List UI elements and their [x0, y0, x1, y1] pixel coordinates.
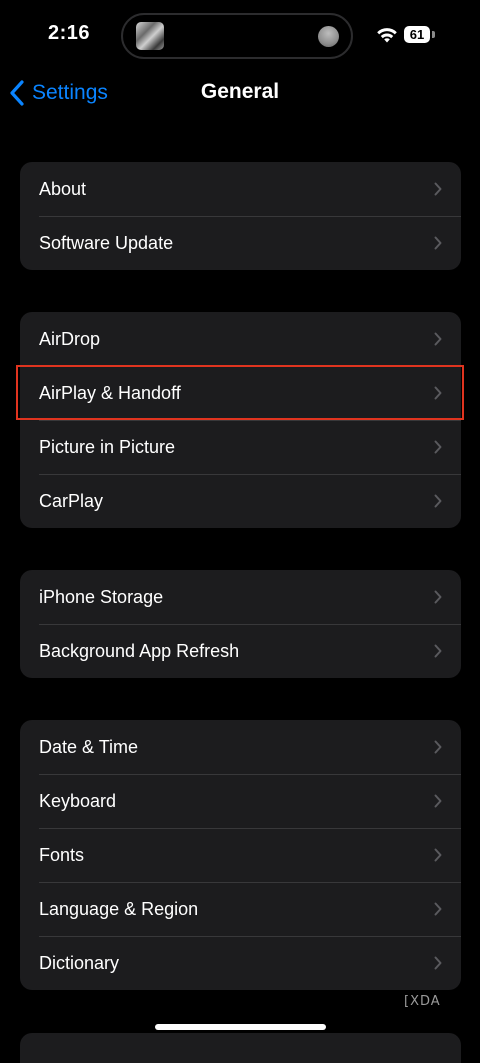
chevron-right-icon	[434, 494, 442, 508]
status-time: 2:16	[48, 22, 91, 44]
row-label: Dictionary	[39, 952, 120, 973]
next-settings-group[interactable]	[20, 1033, 461, 1063]
chevron-right-icon	[434, 590, 442, 604]
row-label: Picture in Picture	[39, 436, 176, 457]
battery-tip	[432, 31, 435, 38]
dynamic-island[interactable]	[121, 13, 353, 59]
row-label: Date & Time	[39, 736, 139, 757]
chevron-right-icon	[434, 236, 442, 250]
row-carplay[interactable]: CarPlay	[20, 474, 461, 528]
now-playing-artwork	[136, 22, 164, 50]
settings-group-about: About Software Update	[20, 162, 461, 270]
row-keyboard[interactable]: Keyboard	[20, 774, 461, 828]
chevron-right-icon	[434, 440, 442, 454]
chevron-right-icon	[434, 848, 442, 862]
page-title: General	[200, 80, 280, 103]
xda-watermark: [XDA	[404, 994, 441, 1009]
row-label: AirDrop	[39, 328, 101, 349]
row-language-region[interactable]: Language & Region	[20, 882, 461, 936]
wifi-icon	[377, 28, 397, 43]
row-label: Keyboard	[39, 790, 117, 811]
chevron-right-icon	[434, 740, 442, 754]
chevron-right-icon	[434, 644, 442, 658]
home-indicator[interactable]	[155, 1024, 326, 1030]
row-software-update[interactable]: Software Update	[20, 216, 461, 270]
settings-group-storage: iPhone Storage Background App Refresh	[20, 570, 461, 678]
watermark-text: XDA	[410, 994, 441, 1009]
chevron-right-icon	[434, 902, 442, 916]
row-label: Fonts	[39, 844, 85, 865]
chevron-right-icon	[434, 956, 442, 970]
row-background-app-refresh[interactable]: Background App Refresh	[20, 624, 461, 678]
chevron-right-icon	[434, 182, 442, 196]
chevron-right-icon	[434, 386, 442, 400]
settings-group-airdrop: AirDrop AirPlay & Handoff Picture in Pic…	[20, 312, 461, 528]
row-label: About	[39, 178, 87, 199]
row-label: AirPlay & Handoff	[39, 382, 181, 403]
row-airdrop[interactable]: AirDrop	[20, 312, 461, 366]
battery-icon: 61	[404, 26, 430, 43]
row-label: CarPlay	[39, 490, 104, 511]
row-date-time[interactable]: Date & Time	[20, 720, 461, 774]
homepod-icon	[318, 26, 339, 47]
settings-group-locale: Date & Time Keyboard Fonts Language & Re…	[20, 720, 461, 990]
row-label: Language & Region	[39, 898, 199, 919]
row-label: iPhone Storage	[39, 586, 164, 607]
chevron-right-icon	[434, 794, 442, 808]
row-label: Software Update	[39, 232, 174, 253]
row-label: Background App Refresh	[39, 640, 240, 661]
row-picture-in-picture[interactable]: Picture in Picture	[20, 420, 461, 474]
chevron-right-icon	[434, 332, 442, 346]
row-iphone-storage[interactable]: iPhone Storage	[20, 570, 461, 624]
row-fonts[interactable]: Fonts	[20, 828, 461, 882]
row-airplay-handoff[interactable]: AirPlay & Handoff	[20, 366, 461, 420]
row-dictionary[interactable]: Dictionary	[20, 936, 461, 990]
row-about[interactable]: About	[20, 162, 461, 216]
